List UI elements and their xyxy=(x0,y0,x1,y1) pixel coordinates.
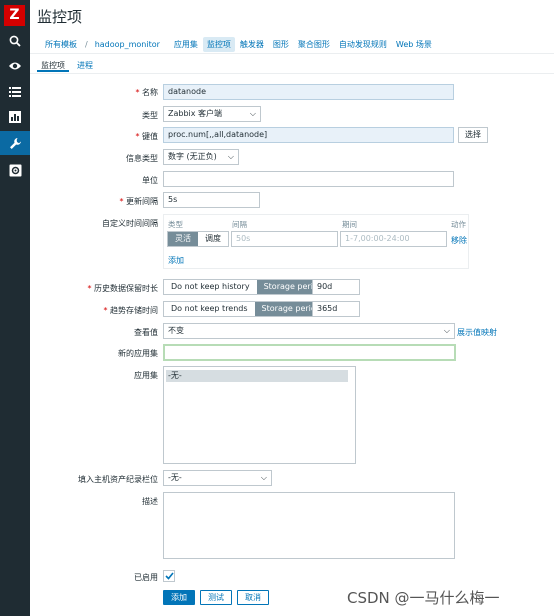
enabled-label: 已启用 xyxy=(134,573,158,582)
search-icon[interactable] xyxy=(6,32,24,50)
unit-input[interactable] xyxy=(163,171,454,187)
tabs-divider xyxy=(30,73,554,74)
seg-scheduling[interactable]: 调度 xyxy=(198,232,228,246)
crumb-triggers[interactable]: 触发器 xyxy=(236,37,268,52)
breadcrumb-bar: 所有模板 / hadoop_monitor 应用集 监控项 触发器 图形 聚合图… xyxy=(30,33,554,54)
interval-label: * 更新间隔 xyxy=(119,197,158,206)
check-icon xyxy=(164,572,174,580)
history-input[interactable]: 90d xyxy=(312,279,360,295)
show-value-mappings-link[interactable]: 展示值映射 xyxy=(457,327,497,338)
chevron-down-icon: ⌵ xyxy=(443,326,450,335)
info-type-select[interactable]: 数字 (无正负) ⌵ xyxy=(163,149,239,165)
inventory-select[interactable]: -无- ⌵ xyxy=(163,470,272,486)
interval-input[interactable]: 5s xyxy=(163,192,260,208)
add-button[interactable]: 添加 xyxy=(163,590,195,605)
inventory-label: 填入主机资产纪录栏位 xyxy=(78,475,158,484)
key-label: * 键值 xyxy=(135,132,158,141)
crumb-template[interactable]: hadoop_monitor xyxy=(91,38,164,51)
custom-interval-label: 自定义时间间隔 xyxy=(102,219,158,228)
crumb-separator: / xyxy=(85,40,88,49)
name-label: * 名称 xyxy=(135,88,158,97)
name-input[interactable]: datanode xyxy=(163,84,454,100)
select-key-button[interactable]: 选择 xyxy=(458,127,488,143)
history-toggle[interactable]: Do not keep history Storage period xyxy=(163,279,331,295)
page-title: 监控项 xyxy=(37,8,83,26)
description-label: 描述 xyxy=(142,497,158,506)
test-button[interactable]: 测试 xyxy=(200,590,232,605)
col-period: 期间 xyxy=(342,220,357,229)
trends-toggle[interactable]: Do not keep trends Storage period xyxy=(163,301,329,317)
valuemap-select[interactable]: 不变 ⌵ xyxy=(163,323,455,339)
crumb-applications[interactable]: 应用集 xyxy=(170,37,202,52)
type-label: 类型 xyxy=(142,111,158,120)
add-interval-link[interactable]: 添加 xyxy=(168,255,184,266)
history-do-not-keep[interactable]: Do not keep history xyxy=(164,280,257,294)
chevron-down-icon: ⌵ xyxy=(249,109,256,118)
info-type-label: 信息类型 xyxy=(126,154,158,163)
chevron-down-icon: ⌵ xyxy=(260,473,267,482)
breadcrumb: 所有模板 / hadoop_monitor 应用集 监控项 触发器 图形 聚合图… xyxy=(41,37,437,52)
apps-label: 应用集 xyxy=(134,371,158,380)
type-select[interactable]: Zabbix 客户端 ⌵ xyxy=(163,106,261,122)
crumb-graphs[interactable]: 图形 xyxy=(269,37,293,52)
csdn-watermark: CSDN @一马什么梅一 xyxy=(347,589,500,607)
unit-label: 单位 xyxy=(142,176,158,185)
seg-flexible[interactable]: 灵活 xyxy=(168,232,198,246)
eye-icon[interactable] xyxy=(6,57,24,75)
tab-item[interactable]: 监控项 xyxy=(37,58,69,72)
apps-listbox[interactable]: -无- xyxy=(163,366,356,464)
crumb-discovery-rules[interactable]: 自动发现规则 xyxy=(335,37,391,52)
trends-do-not-keep[interactable]: Do not keep trends xyxy=(164,302,255,316)
interval-type-toggle[interactable]: 灵活 调度 xyxy=(167,231,229,247)
trends-input[interactable]: 365d xyxy=(312,301,360,317)
new-app-input[interactable] xyxy=(163,344,456,361)
custom-period-input[interactable]: 1-7,00:00-24:00 xyxy=(340,231,447,247)
description-textarea[interactable] xyxy=(163,492,455,559)
chevron-down-icon: ⌵ xyxy=(227,152,234,161)
form-tabs: 监控项 进程 xyxy=(37,58,101,72)
apps-option-none[interactable]: -无- xyxy=(166,370,348,382)
col-type: 类型 xyxy=(168,220,183,229)
key-input[interactable]: proc.num[,,all,datanode] xyxy=(163,127,454,143)
enabled-checkbox[interactable] xyxy=(163,570,175,582)
custom-interval-table: 类型 间隔 期间 动作 灵活 调度 50s 1-7,00:00-24:00 移除… xyxy=(163,214,469,269)
history-label: * 历史数据保留时长 xyxy=(87,284,158,293)
col-action: 动作 xyxy=(451,220,466,229)
cancel-button[interactable]: 取消 xyxy=(237,590,269,605)
crumb-items[interactable]: 监控项 xyxy=(202,37,235,52)
crumb-web-scenarios[interactable]: Web 场景 xyxy=(392,37,436,52)
trends-label: * 趋势存储时间 xyxy=(103,306,158,315)
custom-interval-input[interactable]: 50s xyxy=(231,231,338,247)
new-app-label: 新的应用集 xyxy=(118,349,158,358)
valuemap-label: 查看值 xyxy=(134,328,158,337)
crumb-all-templates[interactable]: 所有模板 xyxy=(41,37,81,52)
remove-link[interactable]: 移除 xyxy=(451,235,467,246)
crumb-screens[interactable]: 聚合图形 xyxy=(294,37,334,52)
zabbix-logo[interactable]: Z xyxy=(4,5,25,26)
tab-process[interactable]: 进程 xyxy=(73,58,97,72)
col-interval: 间隔 xyxy=(232,220,247,229)
